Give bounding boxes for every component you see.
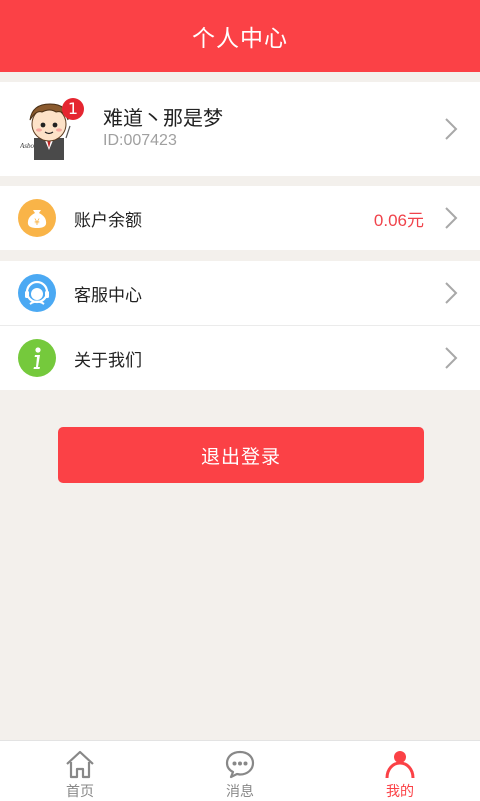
user-icon — [385, 751, 415, 779]
page-title: 个人中心 — [192, 26, 288, 52]
service-center-label: 客服中心 — [74, 286, 142, 306]
tab-messages[interactable]: 消息 — [160, 741, 320, 801]
balance-value: 0.06元 — [373, 211, 424, 230]
tab-home-label: 首页 — [66, 784, 94, 800]
money-bag-icon: ¥ — [18, 199, 56, 237]
tab-messages-label: 消息 — [226, 784, 254, 800]
username: 难道丶那是梦 — [103, 106, 223, 130]
chevron-right-icon — [445, 347, 458, 369]
message-icon — [225, 750, 255, 779]
logout-label: 退出登录 — [200, 445, 281, 468]
chevron-right-icon — [445, 207, 458, 229]
page-header: 个人中心 — [0, 0, 480, 72]
notification-badge: 1 — [62, 98, 84, 120]
user-id: ID:007423 — [103, 132, 177, 149]
home-icon — [66, 750, 94, 779]
bottom-tab-bar: 首页 消息 我的 — [0, 740, 480, 801]
customer-service-icon — [18, 274, 56, 312]
logout-button[interactable]: 退出登录 — [58, 427, 424, 483]
about-us-row[interactable] — [0, 326, 480, 390]
tab-mine[interactable]: 我的 — [320, 741, 480, 801]
about-us-label: 关于我们 — [74, 351, 142, 371]
tab-home[interactable]: 首页 — [0, 741, 160, 801]
svg-text:Asbo: Asbo — [20, 142, 35, 150]
tab-mine-label: 我的 — [386, 784, 414, 800]
svg-text:¥: ¥ — [34, 218, 40, 228]
balance-label: 账户余额 — [74, 211, 142, 231]
chevron-right-icon — [445, 282, 458, 304]
chevron-right-icon — [445, 118, 458, 140]
service-center-row[interactable] — [0, 261, 480, 325]
info-icon — [18, 339, 56, 377]
